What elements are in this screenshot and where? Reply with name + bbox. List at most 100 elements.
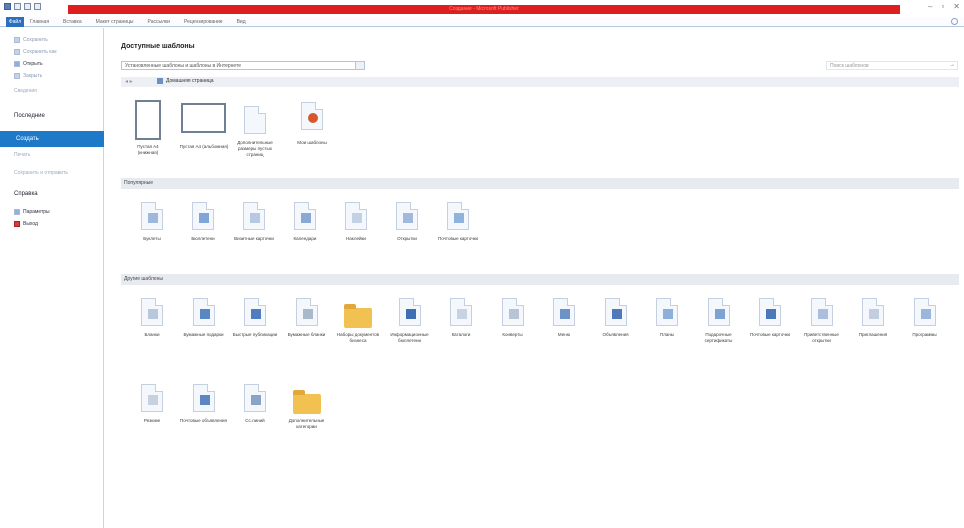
template-source-select[interactable]: Установленные шаблоны и шаблоны в Интерн… <box>121 61 365 70</box>
tile-label: Наборы документов бизнеса <box>336 332 380 343</box>
template-accent-icon <box>405 309 416 319</box>
template-tile-more-7[interactable]: Конверты <box>489 296 537 358</box>
sidebar-item-recent[interactable]: Последние <box>14 113 45 119</box>
sidebar-item-close[interactable]: Закрыть <box>14 72 42 80</box>
template-tile-more-0[interactable]: Бланки <box>128 296 176 358</box>
template-tile-more-8[interactable]: Меню <box>540 296 588 358</box>
ribbon-tabs: Файл Главная Вставка Макет страницы Расс… <box>0 17 964 27</box>
tile-label: Мои шаблоны <box>297 140 327 145</box>
window-title-band: Создание - Microsoft Publisher <box>68 5 900 14</box>
template-tile-popular-5[interactable]: Открытки <box>383 200 431 262</box>
sidebar-item-print[interactable]: Печать <box>14 152 30 158</box>
tile-label: Бумажные бланки <box>287 332 326 337</box>
template-tile-more-16[interactable]: Резюме <box>128 382 176 444</box>
backstage-sidebar: Сохранить Сохранить как Открыть Закрыть … <box>0 28 104 528</box>
template-tile-more-12[interactable]: Почтовые карточки <box>746 296 794 358</box>
template-tile-more-17[interactable]: Почтовые объявления <box>180 382 228 444</box>
template-doc-icon <box>345 202 367 230</box>
template-accent-icon <box>199 395 210 405</box>
title-bar: Создание - Microsoft Publisher – ▫ ✕ <box>0 0 964 16</box>
tile-label: Меню <box>557 332 571 337</box>
sidebar-item-new[interactable]: Создать <box>0 131 104 147</box>
template-doc-icon <box>141 384 163 412</box>
template-tile-more-11[interactable]: Подарочные сертификаты <box>695 296 743 358</box>
blank-landscape-icon <box>181 103 226 133</box>
template-tile-more-15[interactable]: Программы <box>901 296 949 358</box>
redo-icon[interactable] <box>34 3 41 10</box>
template-tile-popular-0[interactable]: Буклеты <box>128 200 176 262</box>
template-tile-popular-2[interactable]: Визитные карточки <box>230 200 278 262</box>
template-tile-blank-landscape[interactable]: Пустая А4 (альбомная) <box>178 100 230 162</box>
template-accent-icon <box>869 309 879 319</box>
tab-review[interactable]: Рецензирование <box>184 17 223 27</box>
template-tile-more-13[interactable]: Приветственные открытки <box>798 296 846 358</box>
template-accent-icon <box>302 309 313 319</box>
template-tile-popular-3[interactable]: Календари <box>281 200 329 262</box>
template-tile-more-1[interactable]: Бумажные подарки <box>180 296 228 358</box>
sidebar-item-save-send[interactable]: Сохранить и отправить <box>14 170 68 176</box>
sidebar-item-save[interactable]: Сохранить <box>14 36 48 44</box>
minimize-button[interactable]: – <box>928 3 932 11</box>
template-tile-popular-4[interactable]: Наклейки <box>332 200 380 262</box>
template-tile-my-templates[interactable]: Мои шаблоны <box>284 100 340 160</box>
template-tile-more-10[interactable]: Планы <box>643 296 691 358</box>
sidebar-item-label: Выход <box>23 221 38 227</box>
template-tile-more-sizes[interactable]: Дополнительные размеры пустых страниц <box>230 100 280 168</box>
quick-access-toolbar <box>4 3 41 10</box>
tile-label: Визитные карточки <box>234 236 274 241</box>
my-templates-icon <box>301 102 323 130</box>
template-tile-more-18[interactable]: Сс.линий <box>231 382 279 444</box>
undo-icon[interactable] <box>24 3 31 10</box>
tile-label: Бланки <box>144 332 160 337</box>
page-title: Доступные шаблоны <box>121 43 195 50</box>
sidebar-item-exit[interactable]: Выход <box>14 220 38 228</box>
blank-portrait-icon <box>135 100 161 140</box>
back-forward-icon[interactable]: ◂ ▸ <box>125 78 133 85</box>
template-accent-icon <box>560 309 570 319</box>
template-doc-icon <box>141 298 163 326</box>
chevron-down-icon[interactable] <box>355 62 364 69</box>
help-icon[interactable] <box>951 18 958 25</box>
sidebar-item-save-as[interactable]: Сохранить как <box>14 48 57 56</box>
sidebar-item-info[interactable]: Сведения <box>14 88 37 94</box>
template-tile-popular-6[interactable]: Почтовые карточки <box>434 200 482 262</box>
sidebar-item-help[interactable]: Справка <box>14 191 38 197</box>
template-accent-icon <box>301 213 311 223</box>
close-button[interactable]: ✕ <box>953 3 960 11</box>
template-tile-blank-portrait[interactable]: Пустая А4 (книжная) <box>128 100 168 162</box>
template-tile-more-5[interactable]: Информационные бюллетени <box>386 296 434 358</box>
template-doc-icon <box>553 298 575 326</box>
save-icon[interactable] <box>14 3 21 10</box>
template-tile-more-14[interactable]: Приглашения <box>849 296 897 358</box>
template-tile-more-19[interactable]: Дополнительные категории <box>283 382 331 444</box>
tab-mailings[interactable]: Рассылки <box>148 17 170 27</box>
tile-label: Быстрые публикации <box>232 332 278 337</box>
template-tile-more-9[interactable]: Объявления <box>592 296 640 358</box>
close-file-icon <box>14 73 20 79</box>
template-doc-icon <box>396 202 418 230</box>
template-doc-icon <box>501 298 524 326</box>
template-accent-icon <box>611 309 622 319</box>
template-doc-icon <box>141 202 163 230</box>
tile-label: Объявления <box>602 332 629 337</box>
template-search-input[interactable]: Поиск шаблонов → <box>826 61 958 70</box>
search-icon[interactable]: → <box>949 62 955 69</box>
tab-file[interactable]: Файл <box>6 17 24 27</box>
maximize-button[interactable]: ▫ <box>941 3 944 11</box>
template-tile-popular-1[interactable]: Бюллетени <box>179 200 227 262</box>
tab-insert[interactable]: Вставка <box>63 17 82 27</box>
window-title: Создание - Microsoft Publisher <box>449 6 519 12</box>
sidebar-item-open[interactable]: Открыть <box>14 60 43 68</box>
sidebar-item-options[interactable]: Параметры <box>14 208 50 216</box>
tile-label: Резюме <box>143 418 161 423</box>
template-doc-icon <box>450 298 472 326</box>
template-tile-more-6[interactable]: Каталоги <box>437 296 485 358</box>
template-doc-icon <box>192 202 214 230</box>
tab-home[interactable]: Главная <box>30 17 49 27</box>
tab-view[interactable]: Вид <box>237 17 246 27</box>
template-tile-more-4[interactable]: Наборы документов бизнеса <box>334 296 382 358</box>
home-link[interactable]: Домашняя страница <box>157 78 214 84</box>
template-tile-more-2[interactable]: Быстрые публикации <box>231 296 279 358</box>
tab-page-layout[interactable]: Макет страницы <box>96 17 134 27</box>
template-tile-more-3[interactable]: Бумажные бланки <box>283 296 331 358</box>
